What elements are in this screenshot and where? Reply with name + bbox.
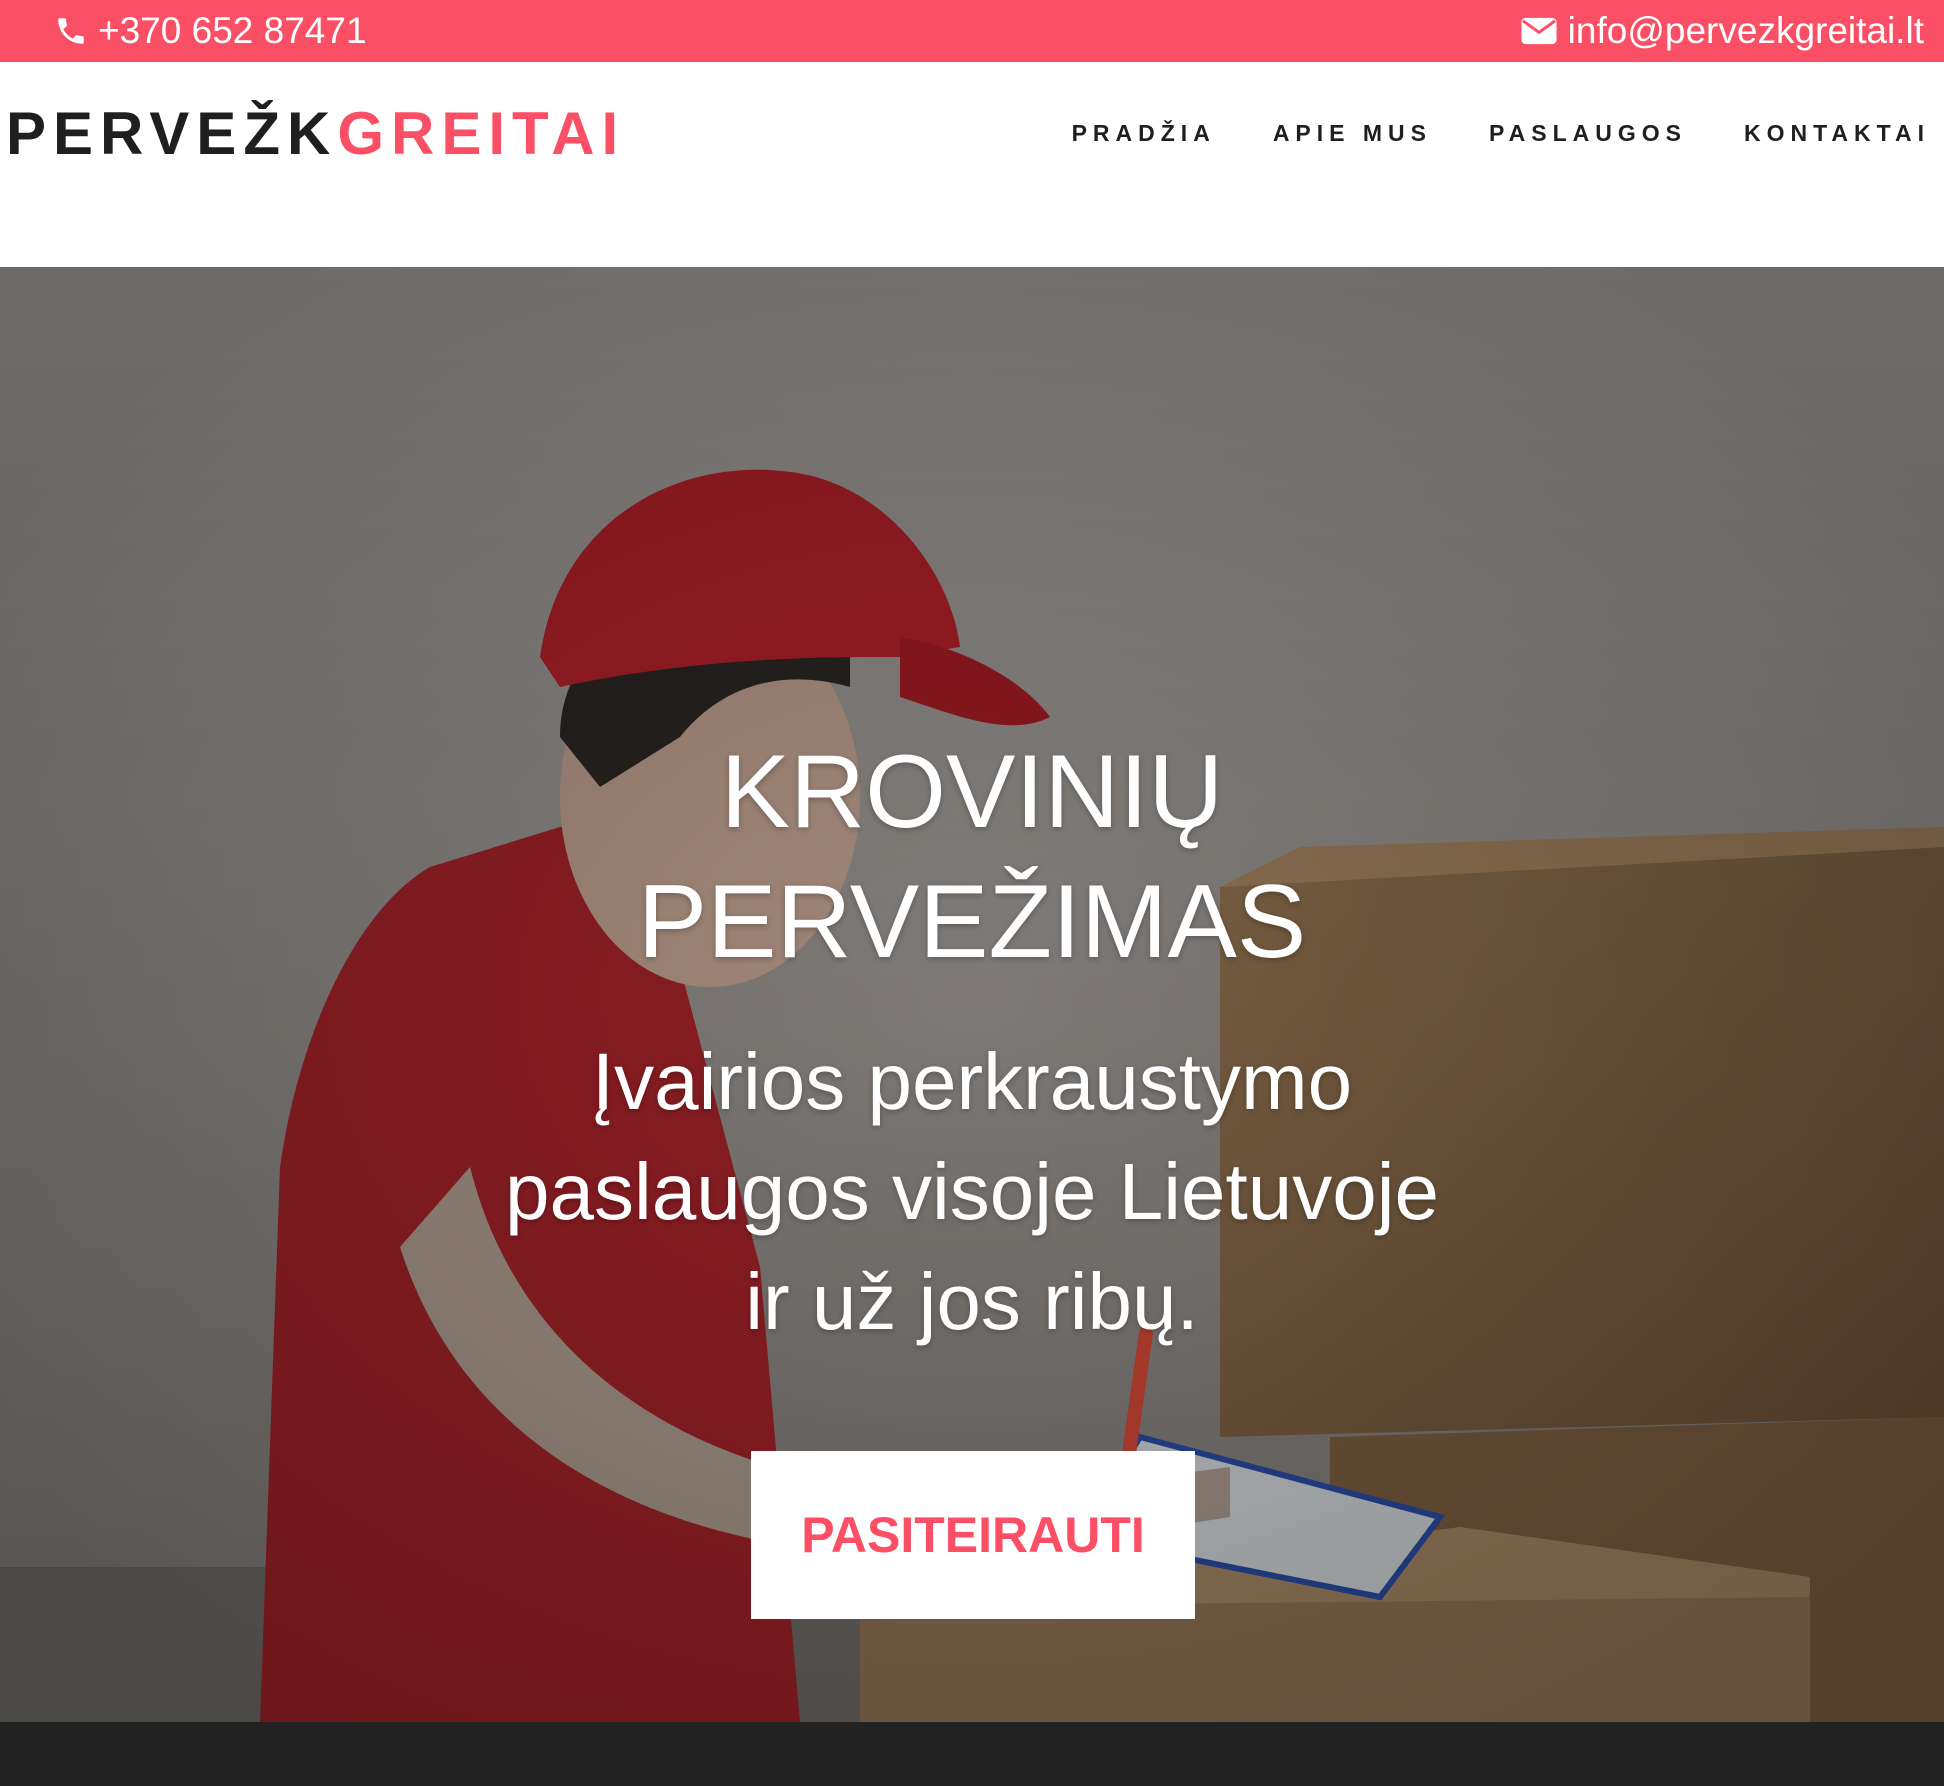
logo-accent-part: GREITAI: [337, 100, 626, 167]
hero-title: KROVINIŲ PERVEŽIMAS: [0, 727, 1944, 987]
email-link[interactable]: info@pervezkgreitai.lt: [1520, 0, 1924, 62]
email-address: info@pervezkgreitai.lt: [1567, 10, 1924, 51]
hero-title-line2: PERVEŽIMAS: [637, 864, 1307, 980]
nav-item-paslaugos[interactable]: PASLAUGOS: [1489, 120, 1687, 147]
inquire-button[interactable]: PASITEIRAUTI: [751, 1451, 1195, 1619]
hero-section: KROVINIŲ PERVEŽIMAS Įvairios perkraustym…: [0, 267, 1944, 1722]
nav-item-kontaktai[interactable]: KONTAKTAI: [1744, 120, 1930, 147]
nav-item-apie-mus[interactable]: APIE MUS: [1273, 120, 1432, 147]
hero-subtitle-line1: Įvairios perkraustymo: [591, 1037, 1353, 1126]
hero-subtitle-line2: paslaugos visoje Lietuvoje: [505, 1147, 1439, 1236]
hero-title-line1: KROVINIŲ: [720, 734, 1224, 850]
top-contact-bar: +370 652 87471 info@pervezkgreitai.lt: [0, 0, 1944, 62]
phone-link[interactable]: +370 652 87471: [54, 0, 367, 62]
site-header: PERVEŽKGREITAI PRADŽIA APIE MUS PASLAUGO…: [0, 62, 1944, 267]
logo-dark-part: PERVEŽK: [6, 100, 338, 167]
envelope-icon: [1521, 17, 1557, 45]
site-logo[interactable]: PERVEŽKGREITAI: [6, 104, 625, 164]
phone-number: +370 652 87471: [98, 10, 367, 51]
hero-subtitle: Įvairios perkraustymo paslaugos visoje L…: [0, 1027, 1944, 1357]
nav-item-pradzia[interactable]: PRADŽIA: [1072, 120, 1216, 147]
phone-icon: [58, 18, 84, 44]
footer-strip: [0, 1722, 1944, 1786]
main-nav: PRADŽIA APIE MUS PASLAUGOS KONTAKTAI: [1072, 120, 1930, 147]
hero-subtitle-line3: ir už jos ribų.: [745, 1257, 1199, 1346]
